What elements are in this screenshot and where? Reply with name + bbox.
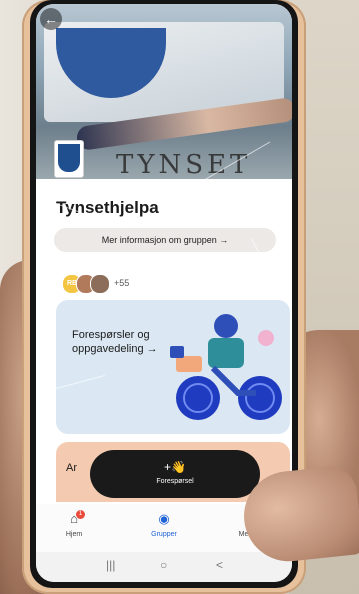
- cyclist-illustration: [170, 314, 282, 420]
- tab-groups[interactable]: ◉ Grupper: [134, 510, 194, 538]
- tab-groups-label: Grupper: [151, 531, 177, 538]
- tab-home[interactable]: ⌂ 1 Hjem: [44, 510, 104, 538]
- notification-badge: 1: [76, 510, 85, 519]
- requests-card[interactable]: Forespørsler og oppgavedeling →: [56, 300, 290, 434]
- arrow-left-icon: ←: [44, 11, 58, 27]
- member-count: +55: [114, 278, 130, 288]
- new-request-button[interactable]: +👋 Forespørsel: [90, 450, 260, 498]
- tab-home-label: Hjem: [65, 531, 83, 538]
- moose-icon: [58, 144, 80, 172]
- requests-card-title: Forespørsler og oppgavedeling →: [72, 329, 158, 355]
- system-nav-bar: ||| ○ <: [36, 552, 292, 582]
- recent-apps-icon[interactable]: |||: [106, 558, 115, 572]
- group-info-button[interactable]: Mer informasjon om gruppen →: [54, 228, 276, 252]
- group-logo: [54, 140, 84, 178]
- home-nav-icon[interactable]: ○: [160, 558, 167, 572]
- back-nav-icon[interactable]: <: [216, 558, 223, 572]
- new-request-label: Forespørsel: [156, 478, 194, 485]
- back-button[interactable]: ←: [40, 8, 62, 30]
- second-card-title: Ar: [66, 462, 77, 474]
- avatar: [90, 274, 110, 294]
- wave-hand-icon: +👋: [164, 460, 186, 474]
- globe-icon: ◉: [158, 511, 170, 526]
